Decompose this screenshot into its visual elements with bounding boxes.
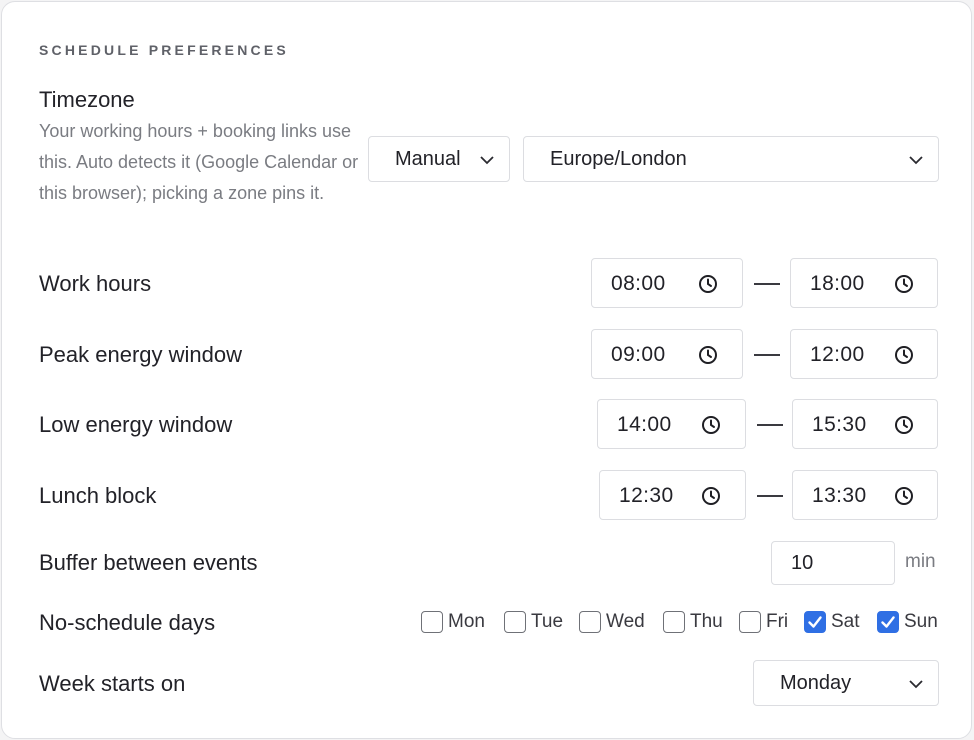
- lunch-start-value: 12:30: [619, 484, 674, 507]
- lunch-end-value: 13:30: [812, 484, 867, 507]
- checkbox[interactable]: [579, 611, 601, 633]
- day-checkbox-tue[interactable]: Tue: [504, 608, 563, 636]
- clock-icon[interactable]: [894, 486, 914, 506]
- chevron-down-icon: [480, 156, 494, 165]
- clock-icon[interactable]: [894, 345, 914, 365]
- work-hours-end-value: 18:00: [810, 272, 865, 295]
- day-checkbox-sat[interactable]: Sat: [804, 608, 860, 636]
- checkbox[interactable]: [804, 611, 826, 633]
- timezone-description: Your working hours + booking links use t…: [39, 121, 359, 203]
- buffer-unit: min: [905, 551, 936, 572]
- timezone-mode-select[interactable]: Manual: [368, 136, 510, 182]
- work-hours-label: Work hours: [39, 271, 152, 296]
- week-start-label: Week starts on: [39, 671, 186, 696]
- day-checkbox-wed[interactable]: Wed: [579, 608, 645, 636]
- schedule-preferences-card: SCHEDULE PREFERENCES Timezone Your worki…: [1, 1, 972, 739]
- clock-icon[interactable]: [698, 345, 718, 365]
- day-label: Thu: [690, 611, 723, 632]
- checkbox[interactable]: [663, 611, 685, 633]
- chevron-down-icon: [909, 680, 923, 689]
- day-label: Sat: [831, 611, 860, 632]
- checkmark-icon: [808, 616, 822, 628]
- clock-icon[interactable]: [701, 415, 721, 435]
- section-title: SCHEDULE PREFERENCES: [39, 42, 289, 58]
- week-start-select[interactable]: Monday: [753, 660, 939, 706]
- range-separator: [754, 283, 780, 285]
- lunch-end-input[interactable]: 13:30: [792, 470, 938, 520]
- work-hours-start-input[interactable]: 08:00: [591, 258, 743, 308]
- peak-energy-label: Peak energy window: [39, 342, 243, 367]
- timezone-label: Timezone: [39, 87, 135, 112]
- low-energy-start-value: 14:00: [617, 413, 672, 436]
- week-start-value: Monday: [780, 671, 852, 694]
- day-label: Mon: [448, 611, 485, 632]
- checkbox[interactable]: [877, 611, 899, 633]
- range-separator: [757, 495, 783, 497]
- checkbox[interactable]: [739, 611, 761, 633]
- day-checkbox-thu[interactable]: Thu: [663, 608, 723, 636]
- day-label: Sun: [904, 611, 938, 632]
- lunch-block-label: Lunch block: [39, 483, 157, 508]
- buffer-label: Buffer between events: [39, 550, 258, 575]
- peak-energy-start-value: 09:00: [611, 343, 666, 366]
- work-hours-end-input[interactable]: 18:00: [790, 258, 938, 308]
- checkbox[interactable]: [421, 611, 443, 633]
- checkbox[interactable]: [504, 611, 526, 633]
- low-energy-end-input[interactable]: 15:30: [792, 399, 938, 449]
- lunch-start-input[interactable]: 12:30: [599, 470, 746, 520]
- checkmark-icon: [881, 616, 895, 628]
- work-hours-start-value: 08:00: [611, 272, 666, 295]
- timezone-zone-value: Europe/London: [550, 147, 687, 170]
- clock-icon[interactable]: [894, 415, 914, 435]
- buffer-minutes-value: 10: [791, 551, 814, 574]
- clock-icon[interactable]: [698, 274, 718, 294]
- no-schedule-days-label: No-schedule days: [39, 610, 216, 635]
- chevron-down-icon: [909, 156, 923, 165]
- day-checkbox-mon[interactable]: Mon: [421, 608, 485, 636]
- peak-energy-start-input[interactable]: 09:00: [591, 329, 743, 379]
- peak-energy-end-input[interactable]: 12:00: [790, 329, 938, 379]
- low-energy-label: Low energy window: [39, 412, 233, 437]
- timezone-mode-value: Manual: [395, 147, 461, 170]
- buffer-minutes-input[interactable]: 10: [771, 541, 895, 585]
- day-label: Tue: [531, 611, 564, 632]
- clock-icon[interactable]: [701, 486, 721, 506]
- day-label: Wed: [606, 611, 645, 632]
- low-energy-start-input[interactable]: 14:00: [597, 399, 746, 449]
- range-separator: [757, 424, 783, 426]
- range-separator: [754, 354, 780, 356]
- low-energy-end-value: 15:30: [812, 413, 867, 436]
- day-label: Fri: [766, 611, 789, 632]
- clock-icon[interactable]: [894, 274, 914, 294]
- day-checkbox-fri[interactable]: Fri: [739, 608, 788, 636]
- peak-energy-end-value: 12:00: [810, 343, 865, 366]
- day-checkbox-sun[interactable]: Sun: [877, 608, 938, 636]
- timezone-zone-select[interactable]: Europe/London: [523, 136, 939, 182]
